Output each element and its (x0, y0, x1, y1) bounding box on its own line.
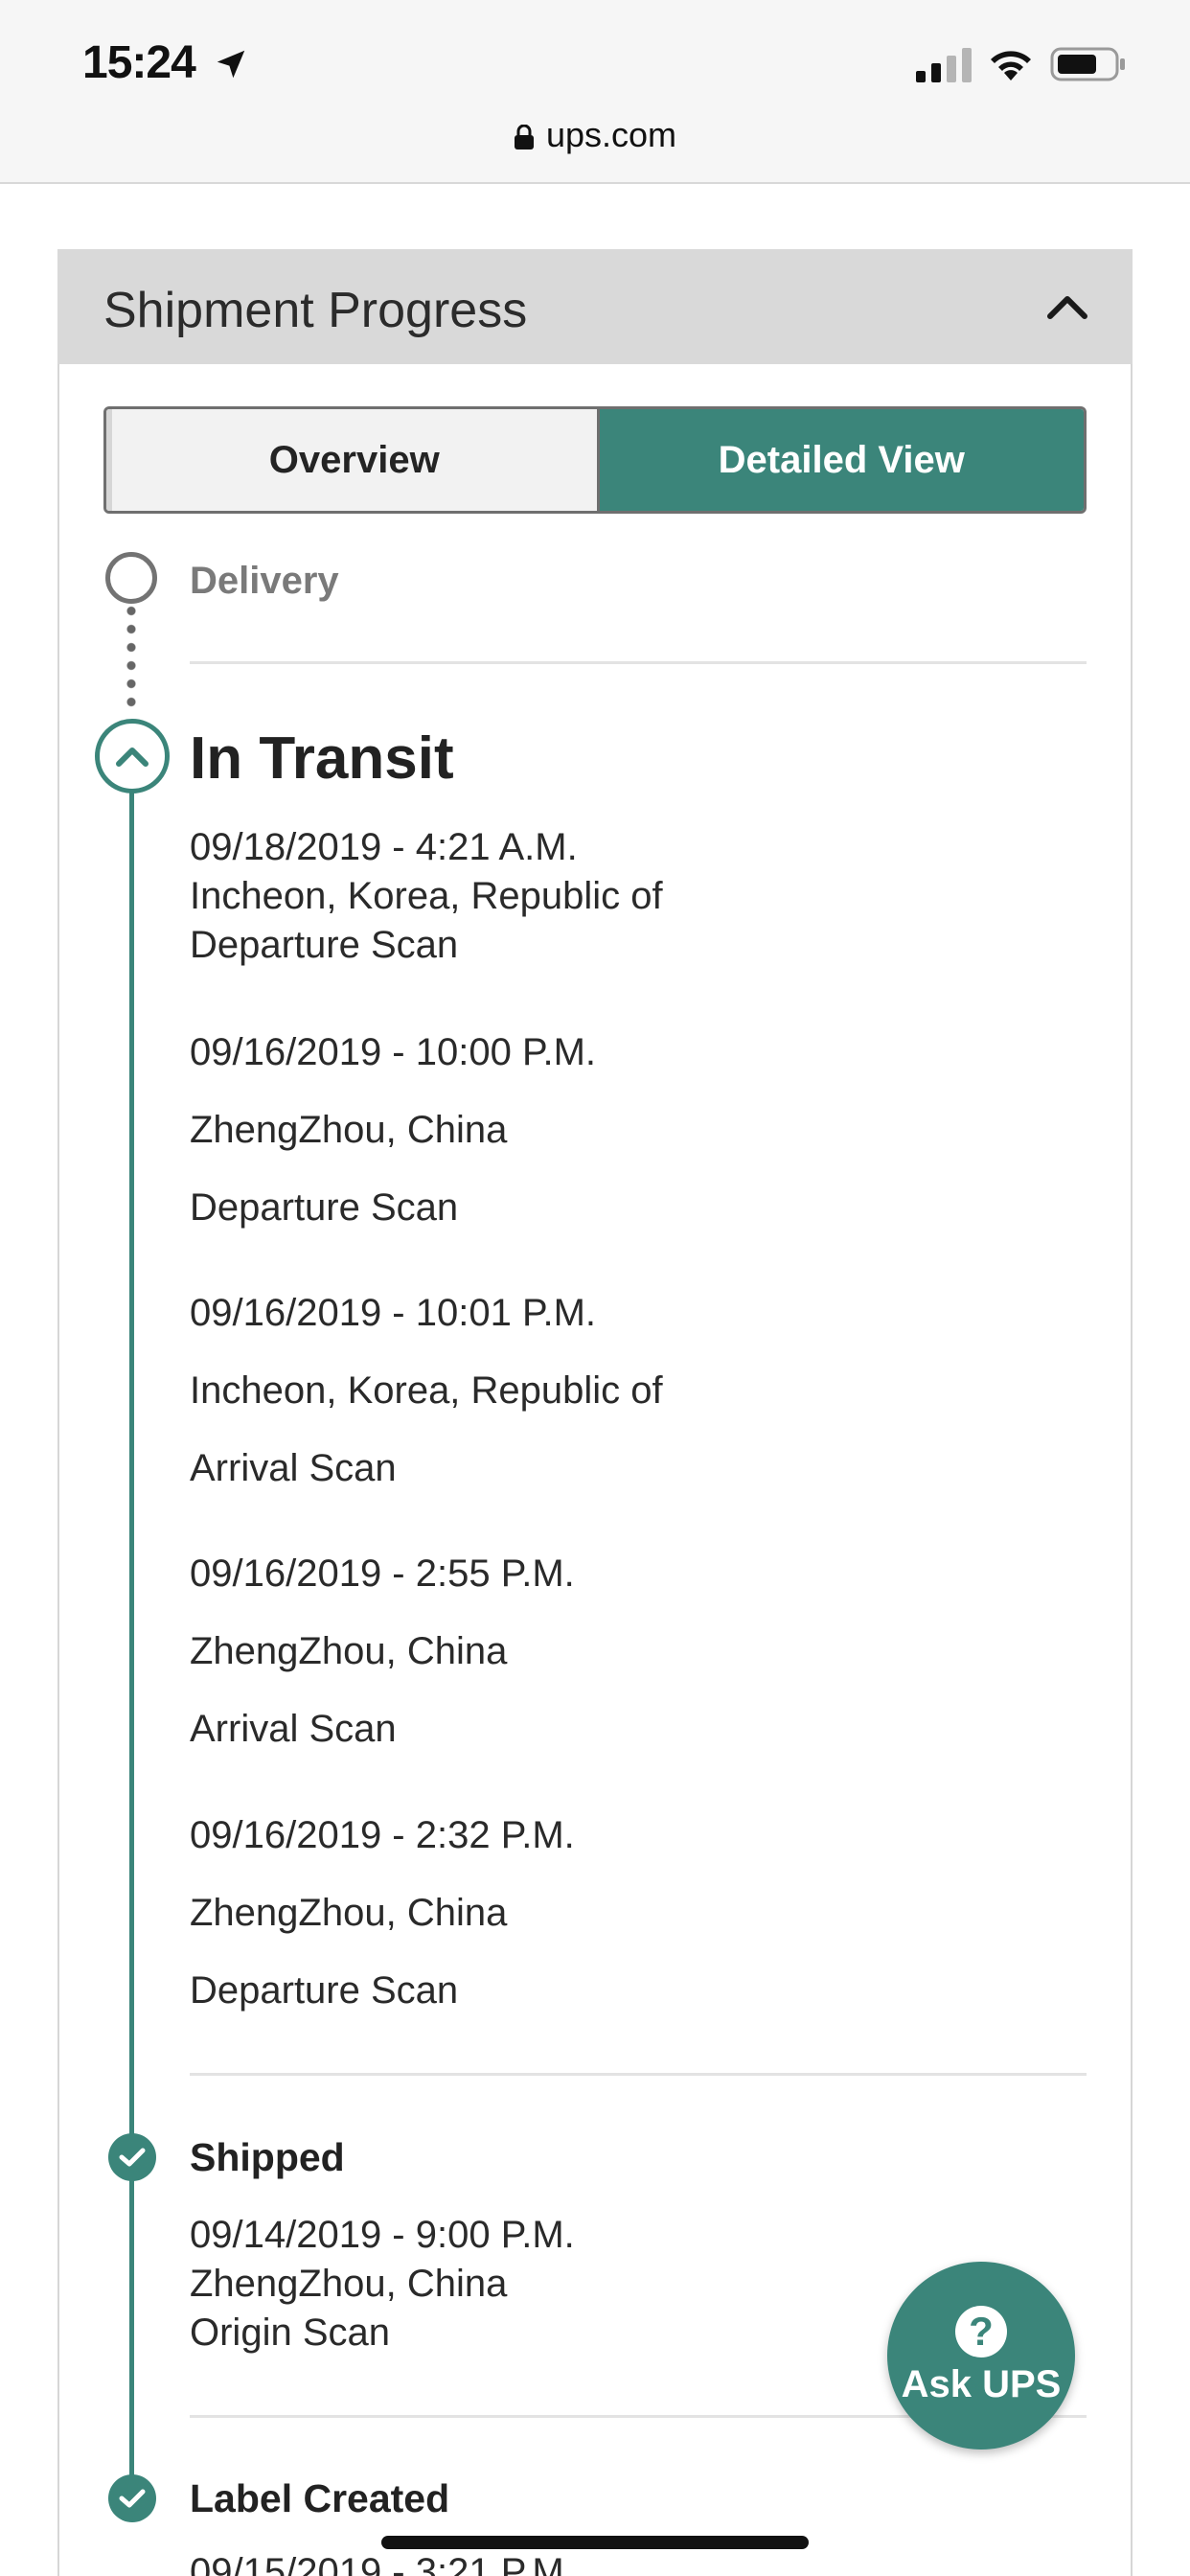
detailed-view-tab[interactable]: Detailed View (599, 409, 1084, 511)
shipped-node (108, 2133, 156, 2181)
ask-ups-button[interactable]: ? Ask UPS (887, 2262, 1075, 2450)
divider (190, 2073, 1087, 2076)
event-location: ZhengZhou, China (190, 1892, 508, 1934)
label-created-node (108, 2474, 156, 2522)
event-datetime: 09/16/2019 - 10:00 P.M. (190, 1031, 597, 1073)
card-title: Shipment Progress (103, 283, 528, 338)
event-activity: Arrival Scan (190, 1708, 397, 1750)
shipped-heading: Shipped (190, 2135, 345, 2179)
collapse-button[interactable] (1041, 284, 1094, 330)
location-arrow-icon (217, 50, 245, 79)
event-datetime: 09/16/2019 - 2:55 P.M. (190, 1552, 575, 1595)
url-text: ups.com (545, 115, 677, 154)
shipped-location: ZhengZhou, China (190, 2263, 508, 2305)
overview-tab[interactable]: Overview (106, 409, 600, 511)
battery-icon (1050, 47, 1125, 81)
in-transit-toggle[interactable] (95, 719, 170, 794)
delivery-label: Delivery (190, 560, 339, 602)
help-question-icon: ? (955, 2305, 1007, 2358)
event-location: Incheon, Korea, Republic of (190, 1369, 663, 1412)
delivery-node-icon (105, 552, 157, 604)
event-datetime: 09/18/2019 - 4:21 A.M. (190, 826, 578, 868)
lock-icon (514, 125, 534, 150)
chevron-up-icon (116, 748, 149, 767)
ask-ups-label: Ask UPS (901, 2362, 1062, 2405)
event-location: Incheon, Korea, Republic of (190, 875, 663, 917)
event-datetime: 09/16/2019 - 10:01 P.M. (190, 1292, 597, 1334)
status-time: 15:24 (82, 37, 196, 88)
event-location: ZhengZhou, China (190, 1630, 508, 1672)
card-header[interactable]: Shipment Progress (57, 249, 1133, 364)
checkmark-icon (119, 2148, 146, 2167)
event-activity: Departure Scan (190, 1969, 459, 2012)
event-datetime: 09/16/2019 - 2:32 P.M. (190, 1814, 575, 1856)
view-toggle: Overview Detailed View (103, 406, 1087, 514)
home-indicator[interactable] (381, 2536, 809, 2549)
cellular-signal-icon (916, 48, 972, 82)
label-created-datetime: 09/15/2019 - 3:21 P.M. (190, 2551, 575, 2576)
status-bar: 15:24 ups.com (0, 0, 1190, 184)
in-transit-heading: In Transit (190, 725, 454, 792)
shipped-activity: Origin Scan (190, 2312, 390, 2354)
event-activity: Departure Scan (190, 924, 459, 966)
event-activity: Arrival Scan (190, 1447, 397, 1489)
timeline-dotted-connector (126, 602, 136, 715)
shipped-datetime: 09/14/2019 - 9:00 P.M. (190, 2214, 575, 2256)
label-created-heading: Label Created (190, 2476, 450, 2520)
checkmark-icon (119, 2489, 146, 2508)
wifi-icon (991, 51, 1031, 80)
chevron-up-icon (1047, 296, 1087, 319)
event-activity: Departure Scan (190, 1186, 459, 1229)
event-location: ZhengZhou, China (190, 1109, 508, 1151)
address-bar[interactable]: ups.com (0, 115, 1190, 155)
divider (190, 661, 1087, 664)
timeline-line (129, 792, 134, 2507)
